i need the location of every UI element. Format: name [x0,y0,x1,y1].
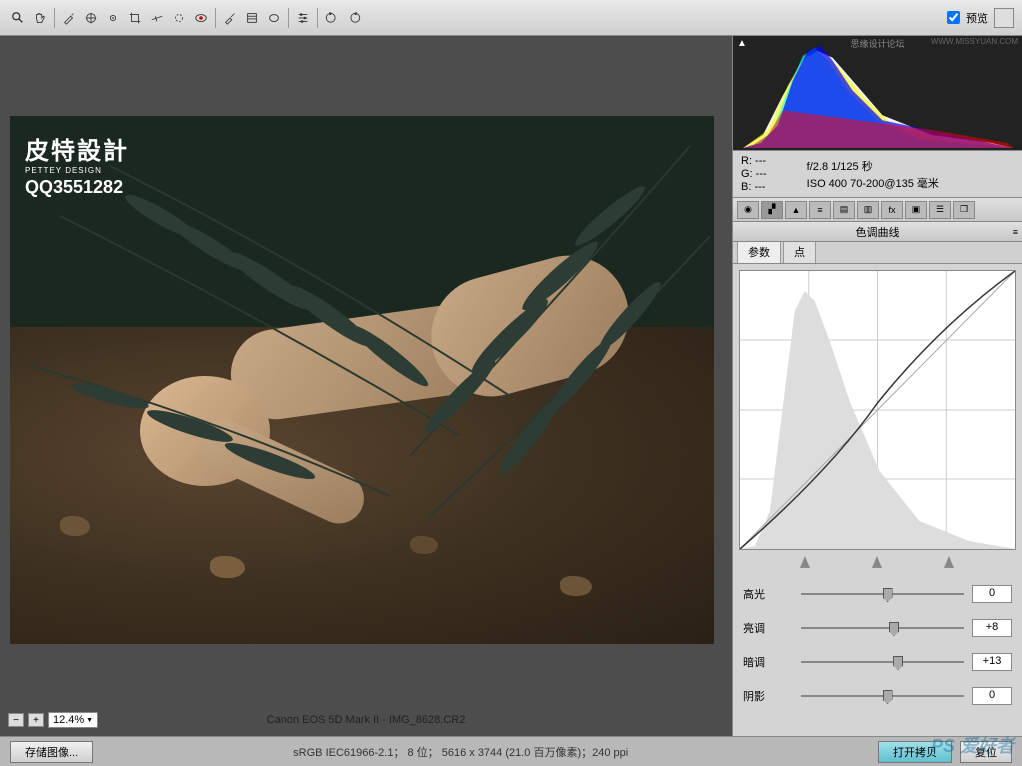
main-toolbar: 预览 [0,0,1022,36]
curve-subtabs: 参数 点 [733,242,1022,264]
dark-label: 暗调 [743,654,793,670]
r-value: R: --- [741,155,767,167]
fx-panel-icon[interactable]: fx [881,201,903,219]
shadow-slider[interactable] [801,688,964,704]
panel-title: 色调曲线 ≡ [733,222,1022,242]
white-balance-icon[interactable] [59,8,79,28]
right-panel: ▲ 思缘设计论坛 WWW.MISSYUAN.COM R: --- G: --- … [732,36,1022,736]
radial-filter-icon[interactable] [264,8,284,28]
shadow-split-handle[interactable] [800,556,810,568]
highlight-value[interactable]: 0 [972,585,1012,603]
straighten-tool-icon[interactable] [147,8,167,28]
hand-tool-icon[interactable] [30,8,50,28]
tone-curve-graph[interactable] [739,270,1016,550]
dark-slider[interactable] [801,654,964,670]
aperture-info: f/2.8 1/125 秒 [807,158,939,174]
spot-removal-icon[interactable] [169,8,189,28]
preview-label: 预览 [966,10,988,26]
camera-cal-panel-icon[interactable]: ▣ [905,201,927,219]
image-info[interactable]: sRGB IEC61966-2.1； 8 位； 5616 x 3744 (21.… [293,744,628,760]
highlight-split-handle[interactable] [944,556,954,568]
g-value: G: --- [741,168,767,180]
image-watermark: 皮特設計 PETTEY DESIGN QQ3551282 [25,131,129,198]
light-label: 亮调 [743,620,793,636]
prefs-icon[interactable] [293,8,313,28]
snapshots-panel-icon[interactable]: ❐ [953,201,975,219]
highlight-label: 高光 [743,586,793,602]
hsl-panel-icon[interactable]: ≡ [809,201,831,219]
canvas-area: 皮特設計 PETTEY DESIGN QQ3551282 − + 12.4% C… [0,36,732,736]
mid-split-handle[interactable] [872,556,882,568]
zoom-value-dropdown[interactable]: 12.4% [48,712,98,728]
zoom-out-button[interactable]: − [8,713,24,727]
light-value[interactable]: +8 [972,619,1012,637]
lens-panel-icon[interactable]: ▥ [857,201,879,219]
histogram[interactable]: ▲ 思缘设计论坛 WWW.MISSYUAN.COM [733,36,1022,151]
shadow-value[interactable]: 0 [972,687,1012,705]
shadow-clip-icon[interactable]: ▲ [737,38,747,49]
tone-curve-panel-icon[interactable]: ▞ [761,201,783,219]
iso-info: ISO 400 70-200@135 毫米 [807,175,939,191]
rgb-readout: R: --- G: --- B: --- f/2.8 1/125 秒 ISO 4… [733,151,1022,198]
region-split-sliders[interactable] [739,556,1016,572]
zoom-tool-icon[interactable] [8,8,28,28]
bottom-bar: 存储图像... sRGB IEC61966-2.1； 8 位； 5616 x 3… [0,736,1022,766]
point-tab[interactable]: 点 [783,240,816,263]
save-image-button[interactable]: 存储图像... [10,741,93,763]
detail-panel-icon[interactable]: ▲ [785,201,807,219]
presets-panel-icon[interactable]: ☰ [929,201,951,219]
light-slider[interactable] [801,620,964,636]
rotate-cw-icon[interactable] [344,8,364,28]
panel-menu-icon[interactable]: ≡ [1013,227,1018,237]
image-preview[interactable]: 皮特設計 PETTEY DESIGN QQ3551282 [10,116,714,644]
adjustment-brush-icon[interactable] [220,8,240,28]
fullscreen-toggle-icon[interactable] [994,8,1014,28]
rotate-ccw-icon[interactable] [322,8,342,28]
zoom-controls: − + 12.4% [8,712,98,728]
crop-tool-icon[interactable] [125,8,145,28]
zoom-in-button[interactable]: + [28,713,44,727]
highlight-slider[interactable] [801,586,964,602]
target-adjust-icon[interactable] [103,8,123,28]
redeye-tool-icon[interactable] [191,8,211,28]
camera-info: Canon EOS 5D Mark II - IMG_8628.CR2 [267,714,466,726]
b-value: B: --- [741,181,767,193]
dark-value[interactable]: +13 [972,653,1012,671]
graduated-filter-icon[interactable] [242,8,262,28]
adjustment-panel-tabs: ◉ ▞ ▲ ≡ ▤ ▥ fx ▣ ☰ ❐ [733,198,1022,222]
site-watermark: PS 爱好者 [931,732,1014,758]
parametric-tab[interactable]: 参数 [737,240,781,263]
preview-checkbox[interactable] [947,11,960,24]
basic-panel-icon[interactable]: ◉ [737,201,759,219]
split-tone-panel-icon[interactable]: ▤ [833,201,855,219]
parametric-sliders: 高光 0 亮调 +8 暗调 +13 阴影 0 [733,572,1022,720]
color-sampler-icon[interactable] [81,8,101,28]
shadow-label: 阴影 [743,688,793,704]
